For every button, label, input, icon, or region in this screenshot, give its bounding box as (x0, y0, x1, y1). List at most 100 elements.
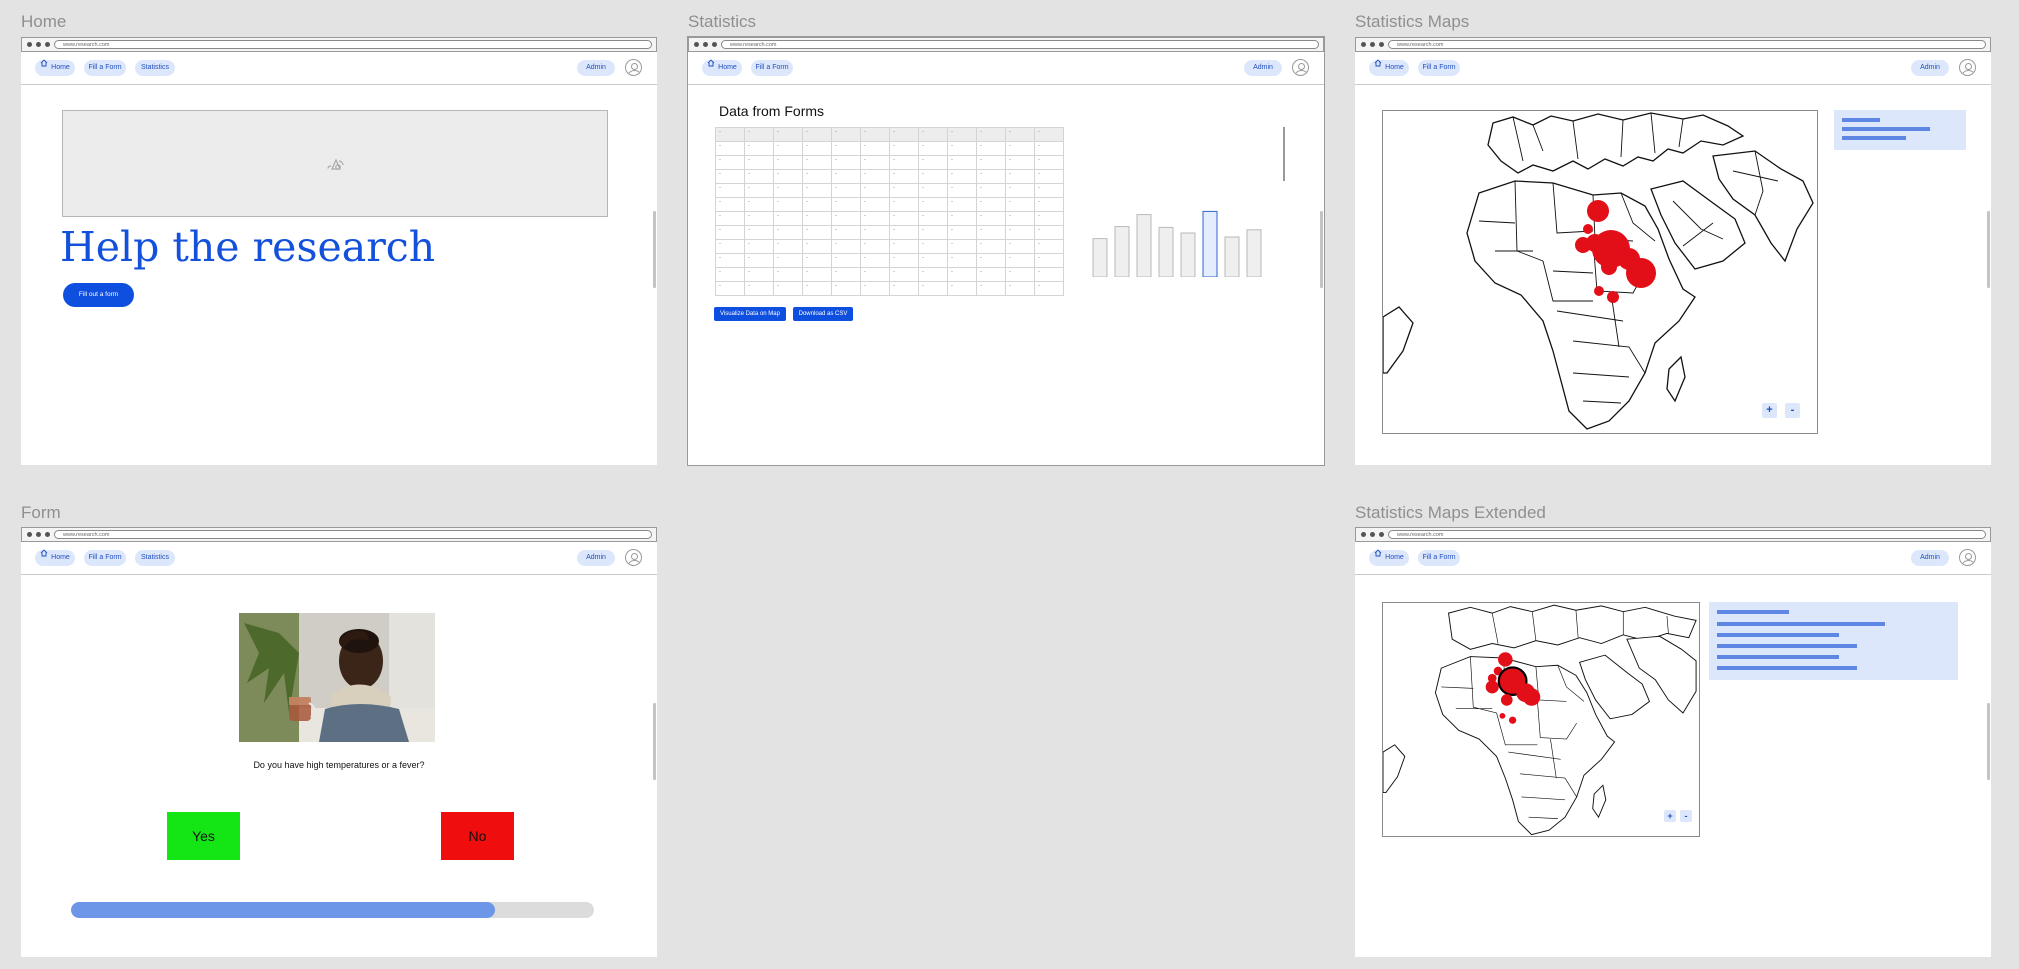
table-cell[interactable]: - (715, 281, 745, 296)
window-controls[interactable] (694, 42, 717, 47)
url-bar[interactable]: www.research.com (721, 40, 1319, 49)
nav-admin[interactable]: Admin (1244, 60, 1282, 76)
table-cell[interactable]: - (802, 141, 832, 156)
table-cell[interactable]: - (1005, 169, 1035, 184)
table-cell[interactable]: - (918, 211, 948, 226)
table-cell[interactable]: - (773, 225, 803, 240)
user-icon[interactable] (625, 549, 642, 566)
table-cell[interactable]: - (889, 155, 919, 170)
table-cell[interactable]: - (947, 225, 977, 240)
table-cell[interactable]: - (1034, 267, 1064, 282)
table-cell[interactable]: - (889, 211, 919, 226)
chart-bar[interactable] (1180, 232, 1196, 277)
table-cell[interactable]: - (715, 267, 745, 282)
url-bar[interactable]: www.research.com (1388, 530, 1986, 539)
table-cell[interactable]: - (889, 253, 919, 268)
table-cell[interactable]: - (889, 183, 919, 198)
zoom-in-button[interactable]: + (1664, 810, 1676, 822)
table-cell[interactable]: - (976, 141, 1006, 156)
table-cell[interactable]: - (976, 211, 1006, 226)
nav-home[interactable]: Home (35, 549, 75, 566)
table-cell[interactable]: - (1005, 281, 1035, 296)
chart-bar[interactable] (1092, 238, 1108, 277)
table-cell[interactable]: - (744, 127, 774, 142)
table-cell[interactable]: - (918, 169, 948, 184)
nav-statistics[interactable]: Statistics (135, 550, 175, 566)
chart-bar[interactable] (1246, 229, 1262, 277)
nav-admin[interactable]: Admin (577, 550, 615, 566)
table-cell[interactable]: - (889, 281, 919, 296)
table-cell[interactable]: - (1005, 211, 1035, 226)
no-button[interactable]: No (441, 812, 514, 860)
table-cell[interactable]: - (1005, 141, 1035, 156)
table-cell[interactable]: - (860, 281, 890, 296)
table-cell[interactable]: - (918, 197, 948, 212)
table-cell[interactable]: - (918, 239, 948, 254)
chart-bar[interactable] (1202, 210, 1218, 277)
table-cell[interactable]: - (773, 267, 803, 282)
table-cell[interactable]: - (802, 211, 832, 226)
table-cell[interactable]: - (831, 211, 861, 226)
table-cell[interactable]: - (976, 197, 1006, 212)
table-cell[interactable]: - (976, 253, 1006, 268)
user-icon[interactable] (1959, 59, 1976, 76)
table-cell[interactable]: - (715, 253, 745, 268)
nav-admin[interactable]: Admin (577, 60, 615, 76)
table-cell[interactable]: - (918, 155, 948, 170)
table-cell[interactable]: - (889, 267, 919, 282)
table-cell[interactable]: - (918, 127, 948, 142)
table-cell[interactable]: - (744, 197, 774, 212)
url-bar[interactable]: www.research.com (54, 530, 652, 539)
table-cell[interactable]: - (889, 127, 919, 142)
table-cell[interactable]: - (860, 127, 890, 142)
table-cell[interactable]: - (976, 281, 1006, 296)
table-cell[interactable]: - (1005, 155, 1035, 170)
table-cell[interactable]: - (1034, 127, 1064, 142)
window-controls[interactable] (27, 532, 50, 537)
table-cell[interactable]: - (860, 225, 890, 240)
table-cell[interactable]: - (773, 197, 803, 212)
table-cell[interactable]: - (1034, 197, 1064, 212)
table-cell[interactable]: - (976, 155, 1006, 170)
table-cell[interactable]: - (1034, 155, 1064, 170)
scrollbar[interactable] (653, 703, 656, 780)
nav-fill-form[interactable]: Fill a Form (1418, 60, 1460, 76)
table-cell[interactable]: - (1005, 183, 1035, 198)
table-cell[interactable]: - (1034, 211, 1064, 226)
table-cell[interactable]: - (831, 141, 861, 156)
window-controls[interactable] (1361, 42, 1384, 47)
table-cell[interactable]: - (773, 141, 803, 156)
table-cell[interactable]: - (744, 211, 774, 226)
table-cell[interactable]: - (802, 267, 832, 282)
table-cell[interactable]: - (860, 183, 890, 198)
table-cell[interactable]: - (976, 239, 1006, 254)
zoom-out-button[interactable]: - (1680, 810, 1692, 822)
table-cell[interactable]: - (773, 169, 803, 184)
table-cell[interactable]: - (744, 253, 774, 268)
table-cell[interactable]: - (831, 197, 861, 212)
chart-bar[interactable] (1158, 226, 1174, 277)
table-cell[interactable]: - (773, 239, 803, 254)
table-cell[interactable]: - (1034, 169, 1064, 184)
table-cell[interactable]: - (831, 253, 861, 268)
table-cell[interactable]: - (860, 155, 890, 170)
nav-fill-form[interactable]: Fill a Form (84, 550, 126, 566)
table-cell[interactable]: - (715, 183, 745, 198)
table-cell[interactable]: - (947, 183, 977, 198)
table-cell[interactable]: - (1005, 239, 1035, 254)
fill-out-form-button[interactable]: Fill out a form (63, 283, 134, 307)
table-cell[interactable]: - (773, 127, 803, 142)
table-cell[interactable]: - (1034, 253, 1064, 268)
table-cell[interactable]: - (976, 127, 1006, 142)
table-cell[interactable]: - (802, 281, 832, 296)
nav-fill-form[interactable]: Fill a Form (1418, 550, 1460, 566)
table-cell[interactable]: - (947, 169, 977, 184)
scrollbar[interactable] (653, 211, 656, 288)
chart-bar[interactable] (1224, 236, 1240, 277)
table-cell[interactable]: - (715, 169, 745, 184)
user-icon[interactable] (625, 59, 642, 76)
table-cell[interactable]: - (715, 197, 745, 212)
nav-fill-form[interactable]: Fill a Form (751, 60, 793, 76)
table-cell[interactable]: - (976, 183, 1006, 198)
nav-home[interactable]: Home (35, 59, 75, 76)
